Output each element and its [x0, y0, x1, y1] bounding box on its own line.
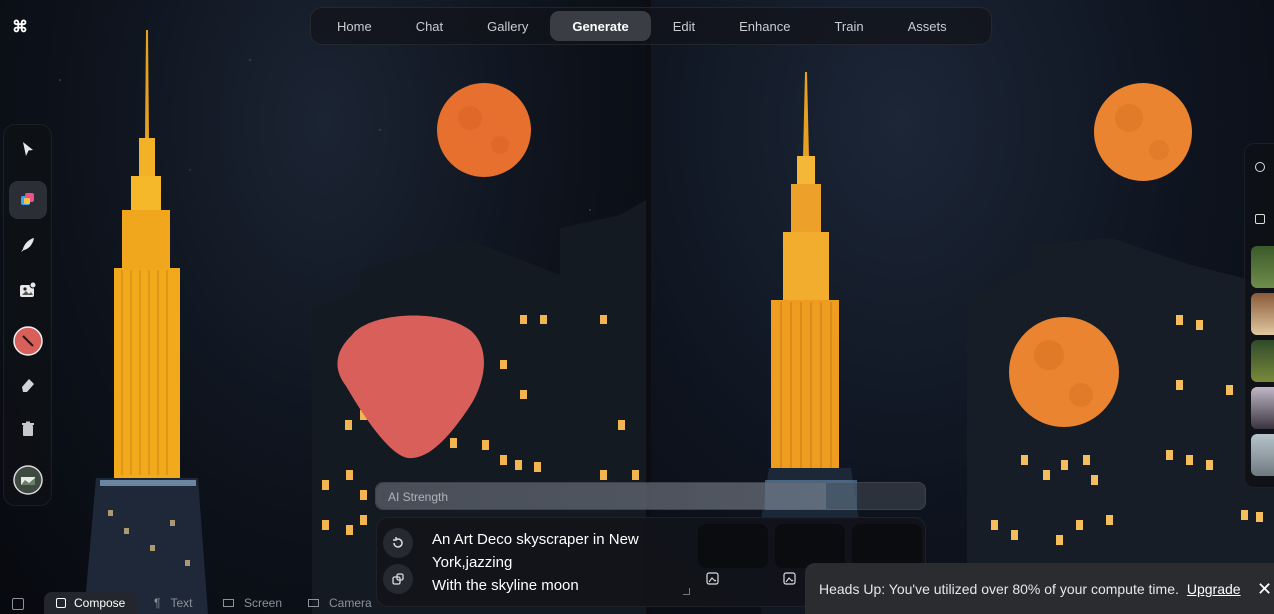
cursor-tool[interactable] [9, 130, 47, 168]
compute-warning-banner: Heads Up: You've utilized over 80% of yo… [805, 563, 1274, 614]
reference-image-icon [13, 465, 43, 495]
image-add-tool[interactable] [9, 271, 47, 309]
brush-icon [21, 238, 34, 252]
history-thumb[interactable] [1251, 293, 1274, 335]
eraser-icon [22, 379, 34, 392]
history-thumb[interactable] [1251, 434, 1274, 476]
text-icon: ¶ [154, 596, 161, 610]
ai-strength-slider[interactable]: AI Strength [375, 482, 926, 510]
close-icon[interactable]: ✕ [1257, 579, 1272, 600]
top-nav: Home Chat Gallery Generate Edit Enhance … [310, 7, 992, 45]
mode-screen-label: Screen [244, 596, 283, 610]
camera-icon [308, 599, 319, 607]
history-icon[interactable] [1255, 162, 1265, 172]
mode-screen[interactable]: Screen [223, 592, 282, 614]
eraser-tool[interactable] [9, 366, 47, 404]
screen-icon [223, 599, 234, 607]
left-toolbar [3, 124, 52, 506]
history-thumb[interactable] [1251, 387, 1274, 429]
tab-assets[interactable]: Assets [886, 11, 969, 41]
layers-icon[interactable] [1255, 214, 1265, 224]
ai-strength-label: AI Strength [388, 490, 449, 504]
banner-message: Heads Up: You've utilized over 80% of yo… [819, 581, 1179, 597]
mode-compose[interactable]: Compose [44, 592, 138, 614]
shuffle-button[interactable] [383, 564, 413, 594]
brush-tool[interactable] [9, 226, 47, 264]
canvas-icon[interactable] [12, 598, 24, 610]
reference-image-tool[interactable] [9, 461, 47, 499]
tab-gallery[interactable]: Gallery [465, 11, 550, 41]
reset-button[interactable] [383, 528, 413, 558]
right-building [967, 238, 1274, 614]
tab-train[interactable]: Train [812, 11, 885, 41]
app-logo[interactable]: ⌘ [12, 17, 28, 37]
mode-text-label: Text [170, 596, 193, 610]
upgrade-link[interactable]: Upgrade [1187, 581, 1241, 597]
tab-generate[interactable]: Generate [550, 11, 651, 41]
history-thumb[interactable] [1251, 246, 1274, 288]
tab-chat[interactable]: Chat [394, 11, 465, 41]
image-icon [56, 598, 66, 608]
shapes-outline-icon [392, 573, 404, 585]
mode-bar: Compose ¶ Text Screen Camera [0, 592, 380, 614]
trash-icon [22, 421, 34, 436]
mode-text[interactable]: ¶ Text [154, 592, 192, 614]
cursor-icon [23, 142, 33, 156]
app-stage: ⌘ Home Chat Gallery Generate Edit Enhanc… [0, 0, 1274, 614]
history-strip [1244, 143, 1274, 488]
image-add-icon [20, 281, 37, 297]
mode-compose-label: Compose [74, 596, 126, 610]
moon [437, 83, 531, 177]
prompt-input[interactable]: An Art Deco skyscraper in New York,jazzi… [432, 528, 682, 597]
history-thumb[interactable] [1251, 340, 1274, 382]
reference-slot-2[interactable] [775, 524, 845, 568]
trash-tool[interactable] [9, 410, 47, 448]
color-picker-icon [13, 326, 43, 356]
mode-camera[interactable]: Camera [308, 592, 372, 614]
color-picker-tool[interactable] [9, 322, 47, 360]
sky-moon [1094, 83, 1192, 181]
art-deco-tower [84, 30, 208, 614]
window-moon [1009, 317, 1119, 427]
reference-slot-3[interactable] [852, 524, 922, 568]
tab-home[interactable]: Home [315, 11, 394, 41]
refresh-icon [393, 537, 403, 548]
shapes-tool[interactable] [9, 181, 47, 219]
tab-enhance[interactable]: Enhance [717, 11, 812, 41]
shapes-icon [21, 193, 34, 205]
reference-slot-1[interactable] [698, 524, 768, 568]
add-image-icon[interactable] [783, 572, 796, 585]
mode-camera-label: Camera [329, 596, 372, 610]
add-image-icon[interactable] [706, 572, 719, 585]
resize-handle[interactable] [683, 588, 690, 595]
tab-edit[interactable]: Edit [651, 11, 717, 41]
